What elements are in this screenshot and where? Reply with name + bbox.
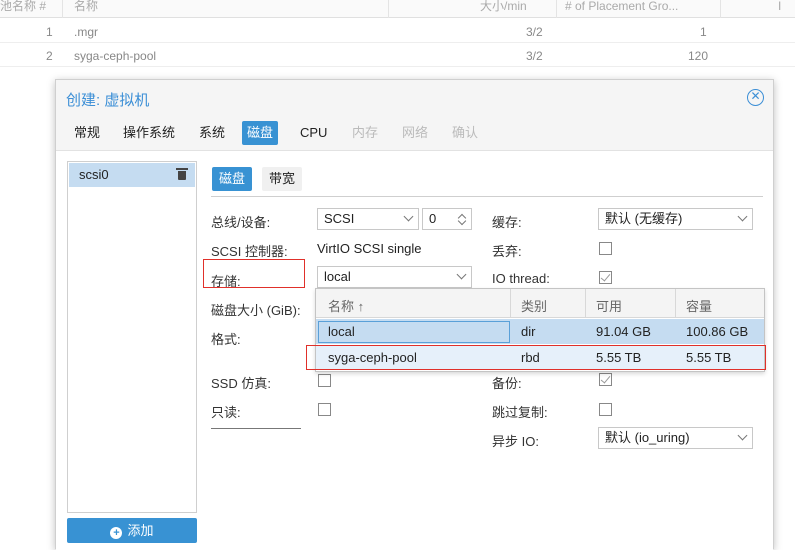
column-header-capacity[interactable]: 容量	[686, 296, 712, 315]
trash-icon[interactable]	[176, 168, 188, 180]
chevron-down-icon	[456, 269, 467, 280]
subtab-disk[interactable]: 磁盘	[212, 167, 253, 191]
ssd-emulation-checkbox[interactable]	[318, 374, 331, 387]
bus-select-value: SCSI	[324, 211, 355, 226]
storage-name: local	[328, 324, 355, 339]
ssd-emulation-label: SSD 仿真:	[211, 376, 271, 391]
readonly-label: 只读:	[211, 405, 241, 420]
disk-item-label: scsi0	[79, 167, 109, 182]
async-io-select-value: 默认 (io_uring)	[605, 430, 690, 445]
storage-capacity: 100.86 GB	[686, 324, 749, 339]
column-header-avail[interactable]: 可用	[596, 296, 622, 315]
storage-type: dir	[521, 324, 536, 339]
grid-row[interactable]: 1 .mgr 3/2 1	[0, 19, 795, 43]
grid-cell-size: 3/2	[526, 49, 543, 63]
grid-header-size[interactable]: 大小/min	[480, 0, 527, 12]
discard-checkbox[interactable]	[599, 242, 612, 255]
cache-select[interactable]: 默认 (无缓存)	[598, 208, 753, 230]
discard-label: 丢弃:	[492, 244, 522, 259]
tab-confirm[interactable]: 确认	[447, 121, 483, 145]
backup-checkbox[interactable]	[599, 373, 612, 386]
skip-replication-label: 跳过复制:	[492, 405, 548, 420]
iothread-checkbox[interactable]	[599, 271, 612, 284]
grid-cell-num: 2	[46, 49, 53, 63]
form-separator	[211, 428, 301, 429]
subtab-bandwidth[interactable]: 带宽	[262, 167, 303, 191]
background-pool-grid: 池名称 # 名称 大小/min # of Placement Gro... I …	[0, 0, 795, 70]
disk-size-label: 磁盘大小 (GiB):	[211, 303, 301, 318]
grid-cell-size: 3/2	[526, 25, 543, 39]
storage-row-local[interactable]: local dir 91.04 GB 100.86 GB	[316, 319, 764, 344]
grid-header-extra[interactable]: I	[778, 0, 781, 12]
close-icon[interactable]: ✕	[747, 89, 764, 106]
plus-icon: +	[110, 527, 123, 539]
device-number-spinner[interactable]: 0	[422, 208, 472, 230]
storage-select[interactable]: local	[317, 266, 472, 288]
disk-item-scsi0[interactable]: scsi0	[69, 163, 195, 187]
chevron-down-icon	[737, 430, 748, 441]
dropdown-header: 名称 ↑ 类别 可用 容量	[316, 289, 764, 318]
tab-network[interactable]: 网络	[397, 121, 433, 145]
grid-header: 池名称 # 名称 大小/min # of Placement Gro... I	[0, 0, 795, 18]
grid-cell-pg: 120	[688, 49, 709, 63]
grid-header-pg[interactable]: # of Placement Gro...	[565, 0, 678, 12]
chevron-down-icon	[737, 211, 748, 222]
tab-general[interactable]: 常规	[69, 121, 105, 145]
dialog-title: 创建: 虚拟机	[66, 92, 150, 109]
add-disk-button[interactable]: + 添加	[67, 518, 197, 543]
grid-header-num[interactable]: 池名称 #	[0, 0, 46, 12]
subtab-divider	[211, 196, 763, 197]
tab-system[interactable]: 系统	[194, 121, 230, 145]
column-header-name[interactable]: 名称 ↑	[328, 296, 364, 315]
bus-select[interactable]: SCSI	[317, 208, 419, 230]
async-io-label: 异步 IO:	[492, 434, 539, 449]
bus-device-label: 总线/设备:	[211, 215, 271, 230]
storage-label-highlight	[203, 259, 305, 288]
grid-cell-name: syga-ceph-pool	[74, 49, 157, 63]
chevron-down-icon	[403, 211, 414, 222]
readonly-checkbox[interactable]	[318, 403, 331, 416]
column-header-type[interactable]: 类别	[521, 296, 547, 315]
skip-replication-checkbox[interactable]	[599, 403, 612, 416]
add-button-label: 添加	[127, 523, 154, 538]
scsi-controller-value: VirtIO SCSI single	[317, 241, 422, 256]
grid-header-name[interactable]: 名称	[74, 0, 98, 12]
ceph-row-highlight	[306, 345, 766, 370]
format-label: 格式:	[211, 332, 241, 347]
cache-label: 缓存:	[492, 215, 522, 230]
grid-cell-pg: 1	[700, 25, 707, 39]
tab-cpu[interactable]: CPU	[295, 121, 332, 145]
storage-avail: 91.04 GB	[596, 324, 651, 339]
tab-memory[interactable]: 内存	[347, 121, 383, 145]
storage-select-value: local	[324, 269, 351, 284]
tab-disks[interactable]: 磁盘	[242, 121, 279, 145]
async-io-select[interactable]: 默认 (io_uring)	[598, 427, 753, 449]
disk-list: scsi0	[67, 161, 197, 513]
iothread-label: IO thread:	[492, 271, 550, 286]
device-number-value: 0	[429, 211, 437, 226]
backup-label: 备份:	[492, 376, 522, 391]
grid-cell-name: .mgr	[74, 25, 98, 39]
grid-row[interactable]: 2 syga-ceph-pool 3/2 120	[0, 43, 795, 67]
grid-cell-num: 1	[46, 25, 53, 39]
cache-select-value: 默认 (无缓存)	[605, 211, 683, 226]
tab-os[interactable]: 操作系统	[118, 121, 180, 145]
scsi-controller-label: SCSI 控制器:	[211, 244, 288, 259]
